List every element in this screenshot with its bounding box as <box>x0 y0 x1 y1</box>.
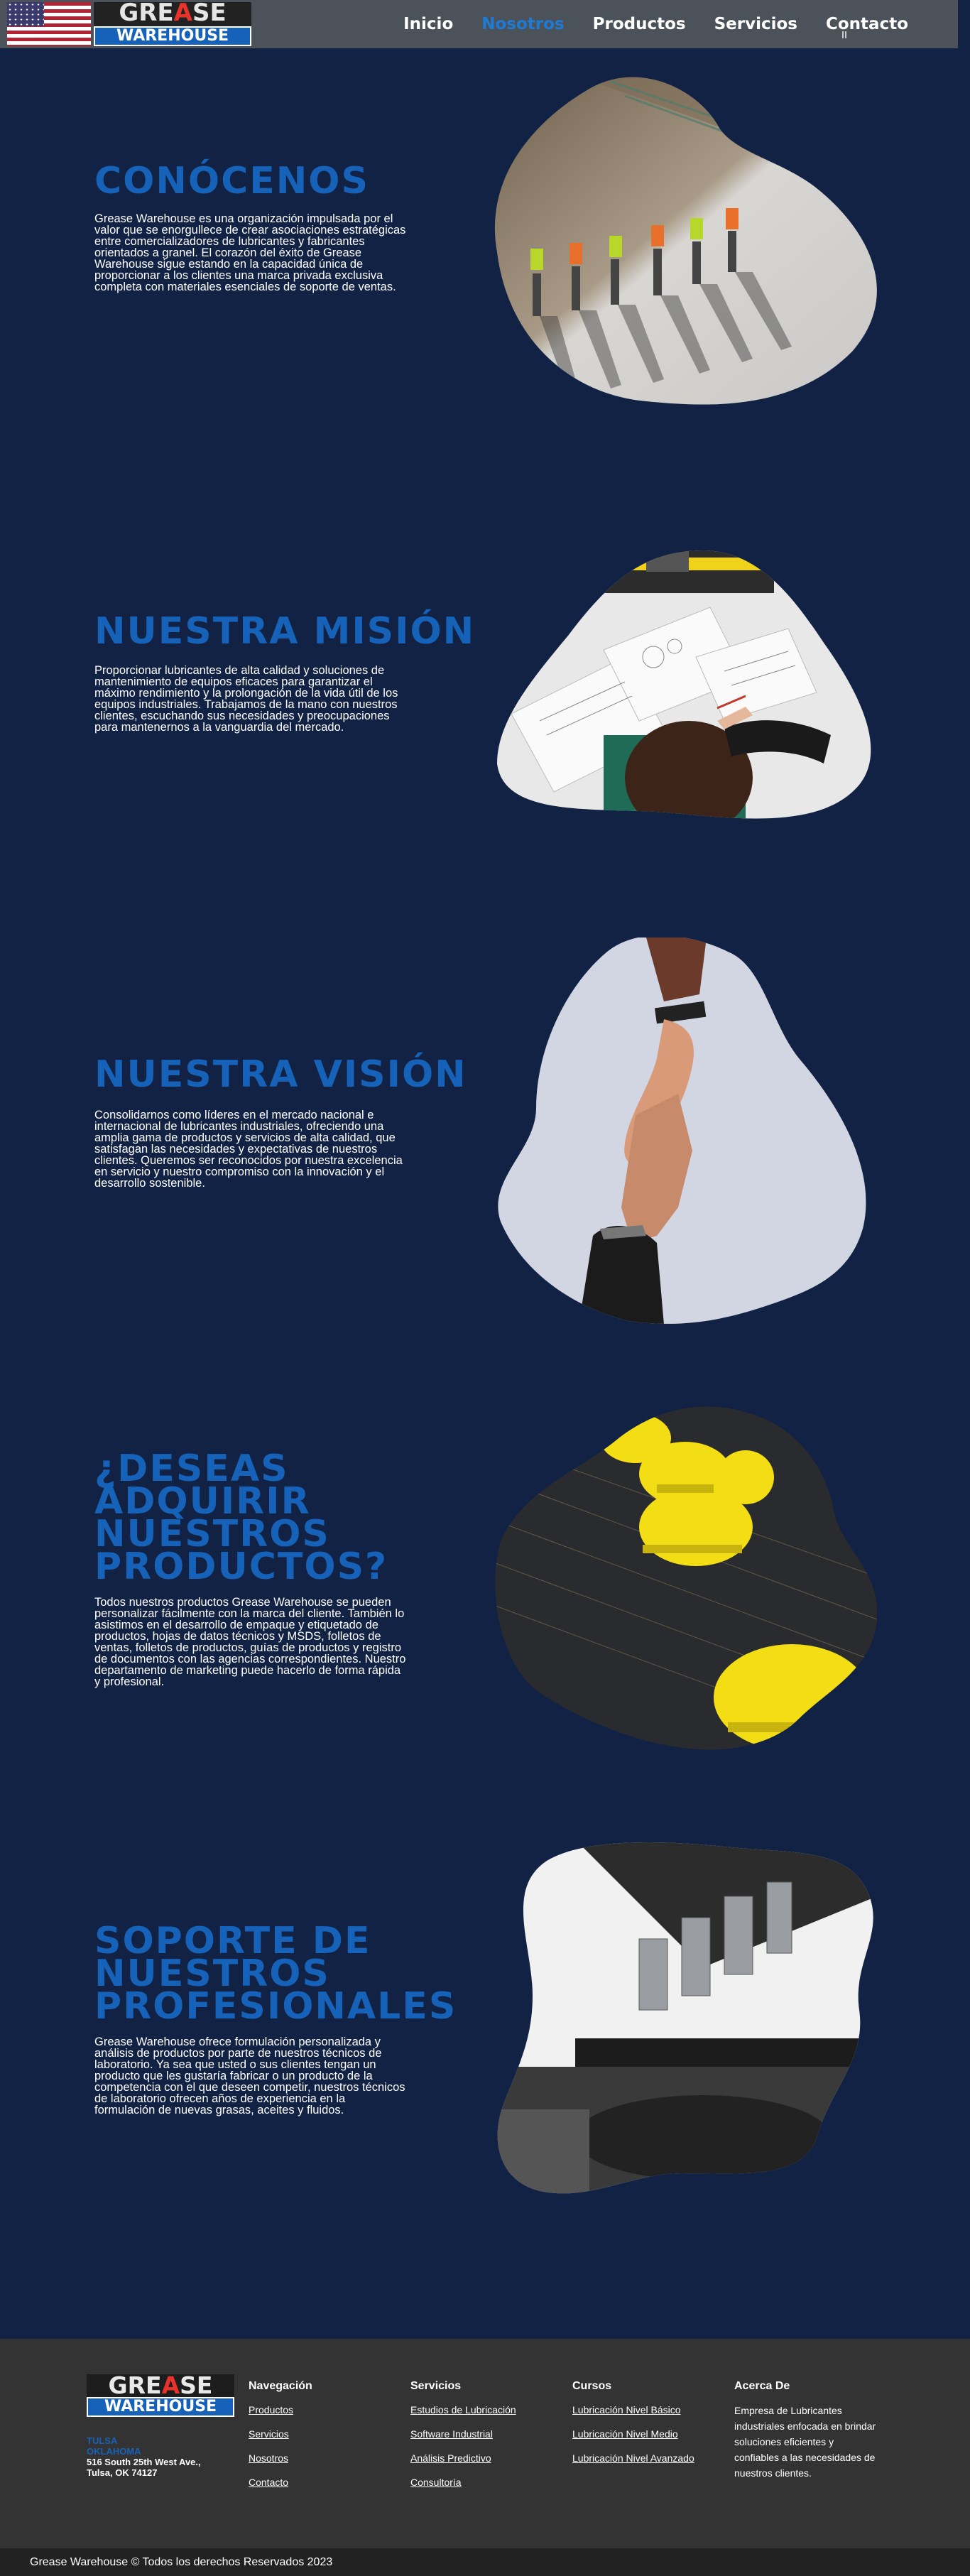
section-productos: ¿DESEAS ADQUIRIR NUESTROS PRODUCTOS? Tod… <box>0 1392 970 1776</box>
nav-inicio[interactable]: Inicio <box>403 15 453 33</box>
section-conocenos: CONÓCENOS Grease Warehouse es una organi… <box>0 57 970 455</box>
footer-link-contacto[interactable]: Contacto <box>249 2475 312 2489</box>
footer-link-servicios[interactable]: Servicios <box>249 2427 312 2441</box>
footer-link-analisis[interactable]: Análisis Predictivo <box>410 2451 516 2465</box>
footer-address: TULSA OKLAHOMA 516 South 25th West Ave.,… <box>87 2435 201 2478</box>
footer-link-productos[interactable]: Productos <box>249 2403 312 2417</box>
top-navbar: GREASE WAREHOUSE Inicio Nosotros Product… <box>0 0 958 48</box>
footer-about-text: Empresa de Lubricantes industriales enfo… <box>734 2405 876 2479</box>
us-flag-icon <box>7 2 91 46</box>
footer-link-software[interactable]: Software Industrial <box>410 2427 516 2441</box>
section-title: NUESTRA MISIÓN <box>94 610 476 653</box>
section-text: Proporcionar lubricantes de alta calidad… <box>94 664 398 734</box>
section-title: NUESTRA VISIÓN <box>94 1053 467 1096</box>
footer-col-title: Cursos <box>572 2380 612 2392</box>
site-footer: GREASE WAREHOUSE TULSA OKLAHOMA 516 Sout… <box>0 2339 970 2548</box>
section-title: SOPORTE DE NUESTROS PROFESIONALES <box>94 1920 457 2028</box>
section-soporte: SOPORTE DE NUESTROS PROFESIONALES Grease… <box>0 1839 970 2223</box>
footer-col-title: Acerca De <box>734 2380 790 2392</box>
section-vision: NUESTRA VISIÓN Consolidarnos como lídere… <box>0 938 970 1335</box>
footer-link-consultoria[interactable]: Consultoría <box>410 2475 516 2489</box>
footer-col-acerca: Acerca De Empresa de Lubricantes industr… <box>734 2380 876 2481</box>
brand-logo[interactable]: GREASE WAREHOUSE <box>7 0 251 48</box>
section-mision: NUESTRA MISIÓN Proporcionar lubricantes … <box>0 497 970 895</box>
footer-link-estudios[interactable]: Estudios de Lubricación <box>410 2403 516 2417</box>
workers-site-photo <box>494 77 877 405</box>
footer-logo[interactable]: GREASE WAREHOUSE <box>87 2374 234 2417</box>
nav-servicios[interactable]: Servicios <box>714 15 797 33</box>
footer-col-title: Navegación <box>249 2380 312 2392</box>
section-title: CONÓCENOS <box>94 160 369 202</box>
section-text: Consolidarnos como líderes en el mercado… <box>94 1109 403 1190</box>
footer-col-cursos: Cursos Lubricación Nivel Básico Lubricac… <box>572 2380 694 2475</box>
copyright-bar: Grease Warehouse © Todos los derechos Re… <box>0 2548 970 2576</box>
nav-nosotros[interactable]: Nosotros <box>481 15 564 33</box>
footer-link-nosotros[interactable]: Nosotros <box>249 2451 312 2465</box>
section-text: Todos nuestros productos Grease Warehous… <box>94 1596 406 1688</box>
blueprint-desk-photo <box>497 550 871 819</box>
brand-wordmark: GREASE WAREHOUSE <box>94 1 251 46</box>
section-text: Grease Warehouse ofrece formulación pers… <box>94 2036 405 2116</box>
hard-hats-photo <box>495 1406 877 1750</box>
pause-icon[interactable] <box>842 31 846 38</box>
footer-link-nivel-basico[interactable]: Lubricación Nivel Básico <box>572 2403 694 2417</box>
microscope-photo <box>497 1842 873 2194</box>
copyright-text: Grease Warehouse © Todos los derechos Re… <box>30 2556 333 2568</box>
footer-col-title: Servicios <box>410 2380 462 2392</box>
section-text: Grease Warehouse es una organización imp… <box>94 212 406 293</box>
footer-col-navegacion: Navegación Productos Servicios Nosotros … <box>249 2380 312 2499</box>
helping-hands-photo <box>498 938 866 1324</box>
section-title: ¿DESEAS ADQUIRIR NUESTROS PRODUCTOS? <box>94 1447 388 1588</box>
footer-link-nivel-medio[interactable]: Lubricación Nivel Medio <box>572 2427 694 2441</box>
footer-link-nivel-avanzado[interactable]: Lubricación Nivel Avanzado <box>572 2451 694 2465</box>
footer-col-servicios: Servicios Estudios de Lubricación Softwa… <box>410 2380 516 2499</box>
nav-productos[interactable]: Productos <box>593 15 686 33</box>
nav-contacto[interactable]: Contacto <box>826 15 908 33</box>
main-nav: Inicio Nosotros Productos Servicios Cont… <box>403 0 908 48</box>
